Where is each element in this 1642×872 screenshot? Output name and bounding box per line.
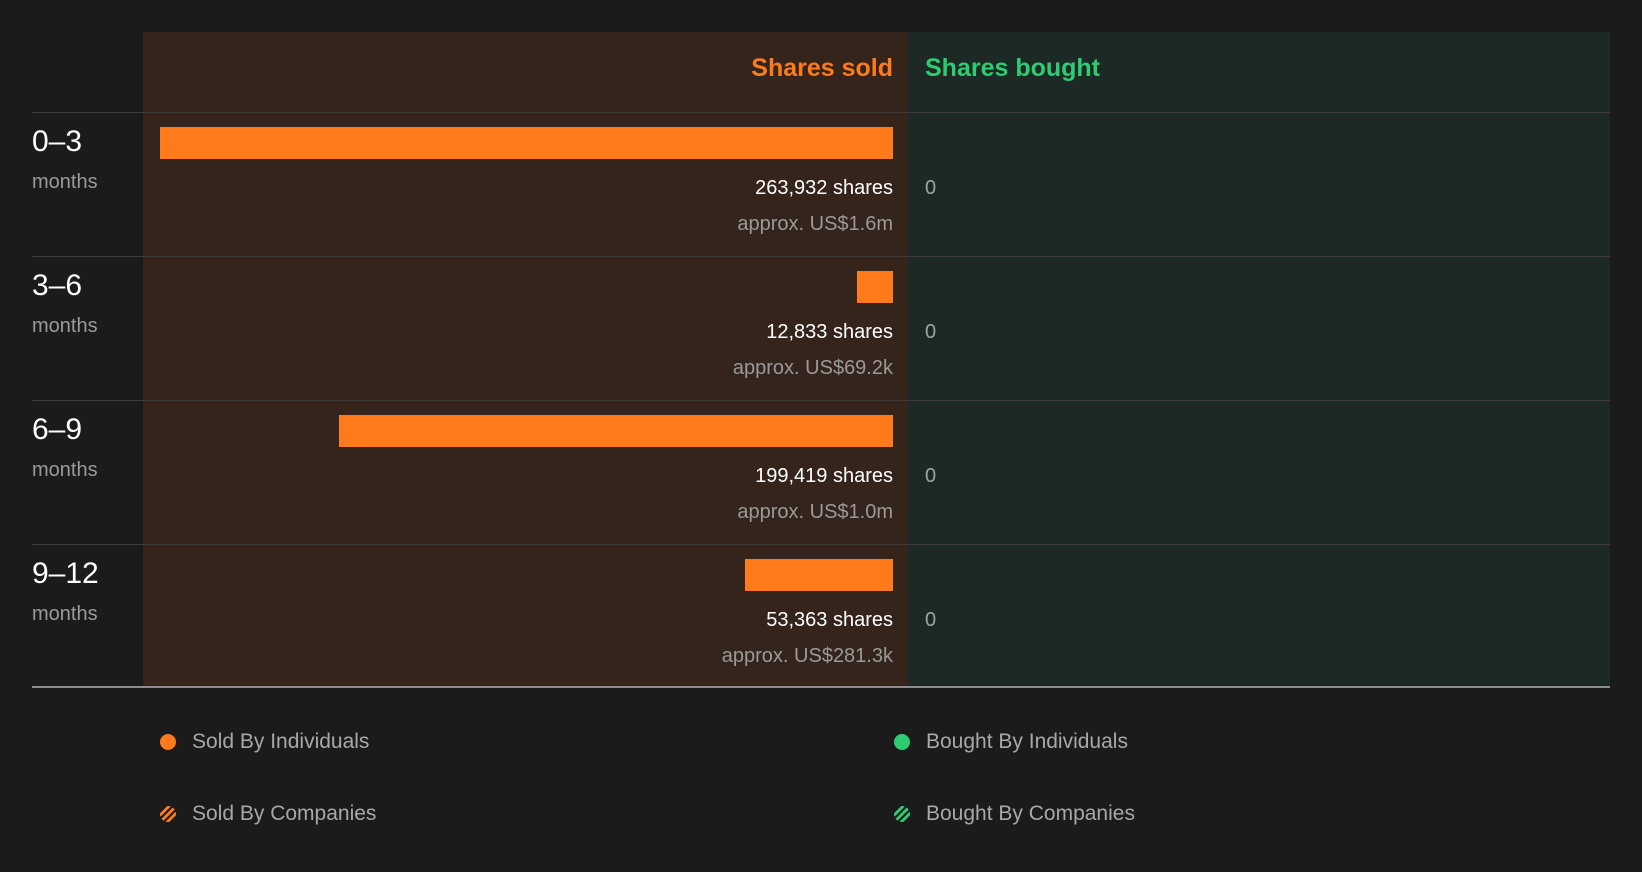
legend-item: Bought By Companies [894, 799, 1135, 829]
shares-sold-header: Shares sold [751, 54, 893, 82]
legend-item: Bought By Individuals [894, 727, 1128, 757]
period-label: 0–3 [32, 125, 83, 158]
period-row: 0–3 months 263,932 shares approx. US$1.6m 0 [0, 113, 1642, 257]
shares-sold-value: approx. US$281.3k [721, 645, 893, 667]
shares-sold-value: approx. US$69.2k [732, 357, 893, 379]
solid-dot-icon [894, 734, 910, 750]
period-unit: months [32, 603, 98, 625]
shares-sold-label: 199,419 shares [755, 465, 893, 487]
period-label: 9–12 [32, 557, 99, 590]
insider-trading-volume-chart: Shares sold Shares bought 0–3 months 263,9… [0, 0, 1642, 872]
striped-dot-icon [894, 806, 910, 822]
solid-dot-icon [160, 734, 176, 750]
shares-sold-label: 53,363 shares [766, 609, 893, 631]
legend-label: Bought By Companies [926, 802, 1135, 825]
shares-sold-bar [160, 127, 893, 159]
striped-dot-icon [160, 806, 176, 822]
period-unit: months [32, 315, 98, 337]
period-unit: months [32, 459, 98, 481]
shares-sold-bar [745, 559, 893, 591]
shares-bought-label: 0 [925, 465, 937, 487]
legend-label: Bought By Individuals [926, 730, 1128, 753]
shares-sold-bar [857, 271, 893, 303]
shares-bought-label: 0 [925, 321, 937, 343]
shares-sold-bar [339, 415, 893, 447]
shares-sold-label: 263,932 shares [755, 177, 893, 199]
period-unit: months [32, 171, 98, 193]
legend-item: Sold By Individuals [160, 727, 369, 757]
shares-sold-label: 12,833 shares [766, 321, 893, 343]
period-label: 3–6 [32, 269, 83, 302]
shares-bought-label: 0 [925, 609, 937, 631]
period-label: 6–9 [32, 413, 83, 446]
period-row: 9–12 months 53,363 shares approx. US$281.3k… [0, 545, 1642, 689]
period-row: 3–6 months 12,833 shares approx. US$69.2k 0 [0, 257, 1642, 401]
legend-label: Sold By Individuals [192, 730, 370, 753]
legend-item: Sold By Companies [160, 799, 376, 829]
shares-bought-label: 0 [925, 177, 937, 199]
shares-sold-value: approx. US$1.6m [737, 213, 893, 235]
shares-sold-value: approx. US$1.0m [737, 501, 893, 523]
shares-bought-header: Shares bought [925, 54, 1101, 82]
period-row: 6–9 months 199,419 shares approx. US$1.0m 0 [0, 401, 1642, 545]
legend-label: Sold By Companies [192, 802, 377, 825]
